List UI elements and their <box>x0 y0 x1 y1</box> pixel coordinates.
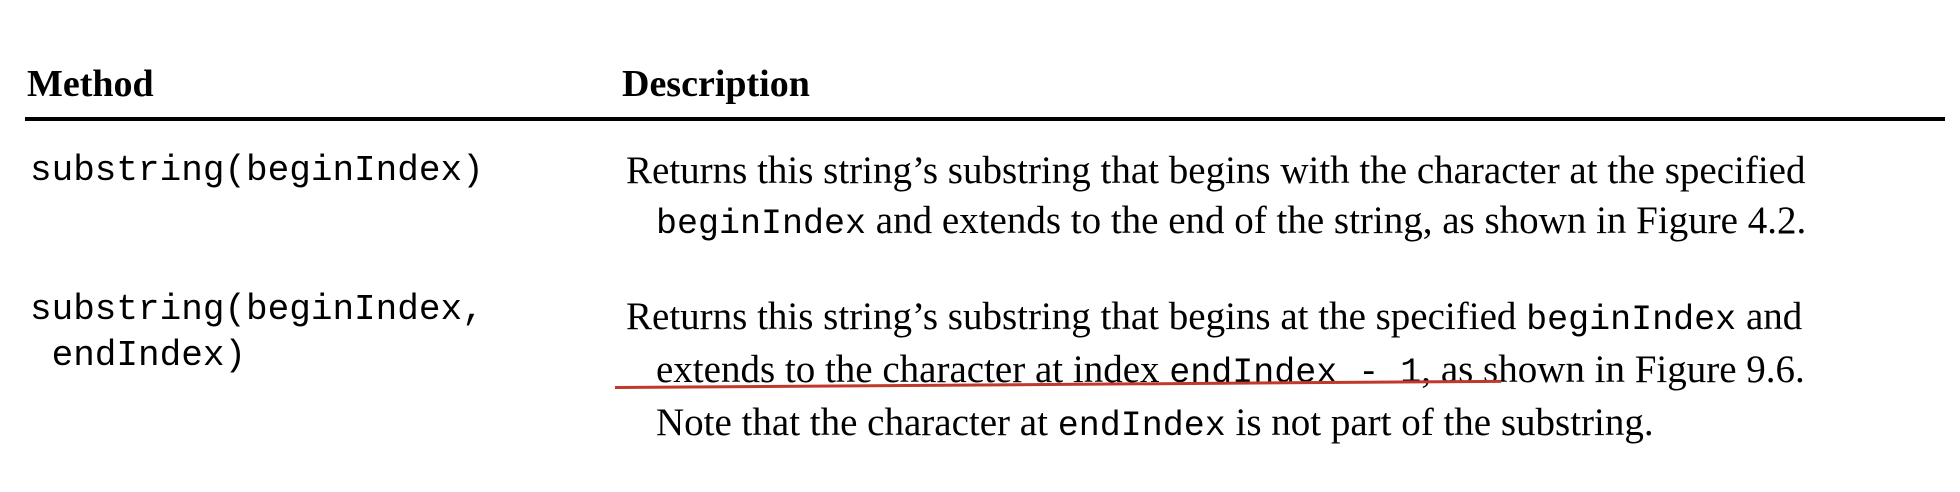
header-method: Method <box>27 63 154 105</box>
method-line: substring(beginIndex) <box>30 150 484 191</box>
description-line: Returns this string’s substring that beg… <box>626 292 1936 345</box>
header-description: Description <box>622 63 810 105</box>
description-text: Note that the character at <box>656 401 1058 444</box>
description-substring-begin: Returns this string’s substring that beg… <box>626 146 1936 249</box>
description-line: Note that the character at endIndex is n… <box>626 398 1936 451</box>
code-term: endIndex <box>1057 406 1226 446</box>
description-line: Returns this string’s substring that beg… <box>626 149 1806 192</box>
description-line: beginIndex and extends to the end of the… <box>626 196 1936 249</box>
code-term: endIndex - 1 <box>1169 353 1422 393</box>
description-substring-begin-end: Returns this string’s substring that beg… <box>626 292 1936 451</box>
description-line: extends to the character at index endInd… <box>626 345 1936 398</box>
description-text: , as shown in Figure 9.6. <box>1421 348 1805 391</box>
method-line: endIndex) <box>30 335 247 376</box>
description-text: and <box>1736 295 1803 338</box>
code-term: beginIndex <box>656 204 867 244</box>
description-text: Returns this string’s substring that beg… <box>626 295 1527 338</box>
method-line: substring(beginIndex, <box>30 289 484 330</box>
method-substring-begin: substring(beginIndex) <box>30 148 484 194</box>
description-text: and extends to the end of the string, as… <box>866 199 1807 242</box>
header-rule <box>25 117 1945 121</box>
code-term: beginIndex <box>1526 300 1737 340</box>
method-substring-begin-end: substring(beginIndex, endIndex) <box>30 287 484 379</box>
description-text: is not part of the substring. <box>1225 401 1654 444</box>
